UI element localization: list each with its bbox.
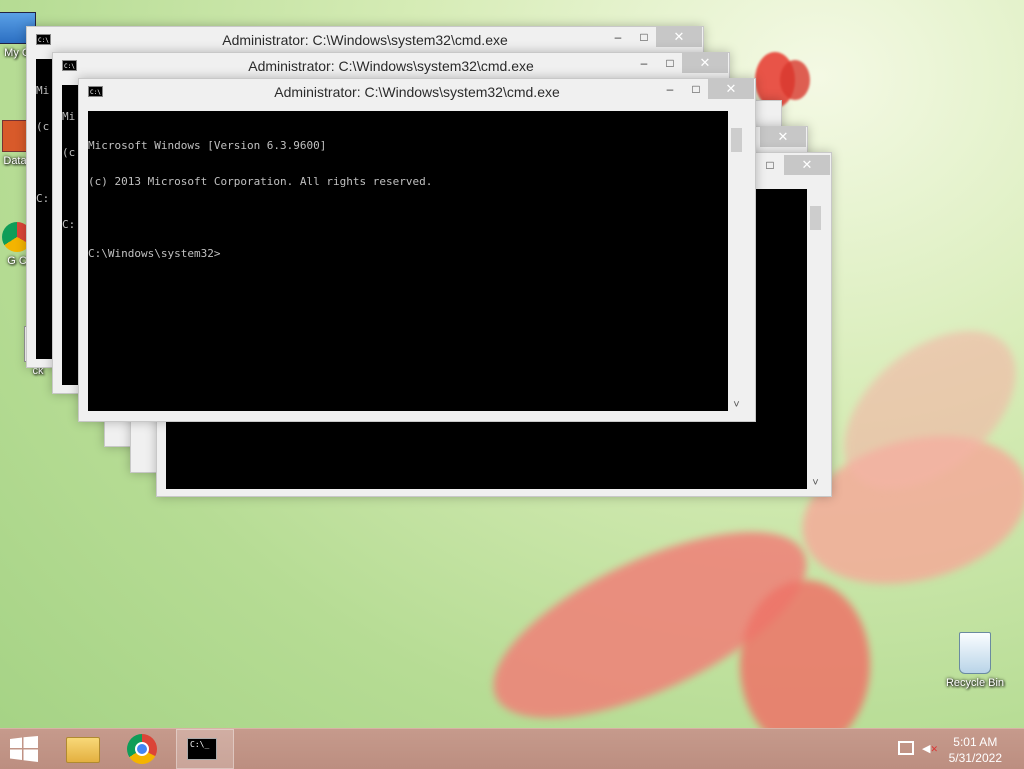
start-button[interactable] [0,729,48,769]
close-button[interactable]: ✕ [656,27,702,47]
recycle-bin-icon [959,632,991,674]
console-output: Microsoft Windows [Version 6.3.9600] (c)… [88,111,728,284]
close-button[interactable]: ✕ [708,79,754,99]
title-bar[interactable]: C:\ Administrator: C:\Windows\system32\c… [79,79,755,107]
desktop-icon-label: G C [7,255,27,267]
clock-date: 5/31/2022 [948,751,1002,765]
scroll-down-arrow[interactable]: ˅ [807,477,824,489]
title-bar[interactable]: C:\ Administrator: C:\Windows\system32\c… [27,27,703,55]
maximize-button[interactable]: □ [657,53,683,73]
console-prompt: C:\Windows\system32> [88,247,221,260]
scroll-down-arrow[interactable]: ˅ [728,399,745,411]
minimize-button[interactable]: – [657,79,683,99]
maximize-button[interactable]: □ [757,155,783,175]
window-title: Administrator: C:\Windows\system32\cmd.e… [248,58,534,74]
maximize-button[interactable]: □ [631,27,657,47]
console-line: Microsoft Windows [Version 6.3.9600] [88,139,327,152]
window-title: Administrator: C:\Windows\system32\cmd.e… [222,32,508,48]
desktop-icon-recycle-bin[interactable]: Recycle Bin [940,632,1010,689]
system-clock[interactable]: 5:01 AM 5/31/2022 [949,734,1002,766]
volume-muted-icon[interactable]: ◀✕ [922,741,938,757]
title-bar[interactable]: C:\ Administrator: C:\Windows\system32\c… [53,53,729,81]
taskbar: C:\_ ◀✕ 5:01 AM 5/31/2022 [0,728,1024,769]
window-title: Administrator: C:\Windows\system32\cmd.e… [274,84,560,100]
vertical-scrollbar[interactable]: ˅ [728,111,745,411]
console-area[interactable]: Microsoft Windows [Version 6.3.9600] (c)… [88,111,728,411]
taskbar-cmd[interactable]: C:\_ [176,729,234,769]
scrollbar-thumb[interactable] [731,128,742,152]
desktop-icon-label: Data [3,155,27,167]
minimize-button[interactable]: – [605,27,631,47]
console-line: (c) 2013 Microsoft Corporation. All righ… [88,175,433,188]
chrome-icon [127,734,157,764]
close-button[interactable]: ✕ [682,53,728,73]
maximize-button[interactable]: □ [683,79,709,99]
network-icon[interactable] [898,741,914,755]
cmd-icon: C:\_ [187,738,217,760]
shortcut-icon [2,120,28,152]
minimize-button[interactable]: – [631,53,657,73]
taskbar-chrome[interactable] [118,729,168,769]
windows-start-icon [10,736,38,762]
close-button[interactable]: ✕ [784,155,830,175]
desktop-icon-label: Recycle Bin [945,677,1005,689]
clock-time: 5:01 AM [953,735,998,749]
cmd-window-active[interactable]: C:\ Administrator: C:\Windows\system32\c… [78,78,756,422]
scrollbar-thumb[interactable] [810,206,821,230]
vertical-scrollbar[interactable]: ˅ [807,189,824,489]
file-explorer-icon [66,737,100,763]
taskbar-file-explorer[interactable] [58,729,104,769]
close-button[interactable]: ✕ [760,127,806,147]
